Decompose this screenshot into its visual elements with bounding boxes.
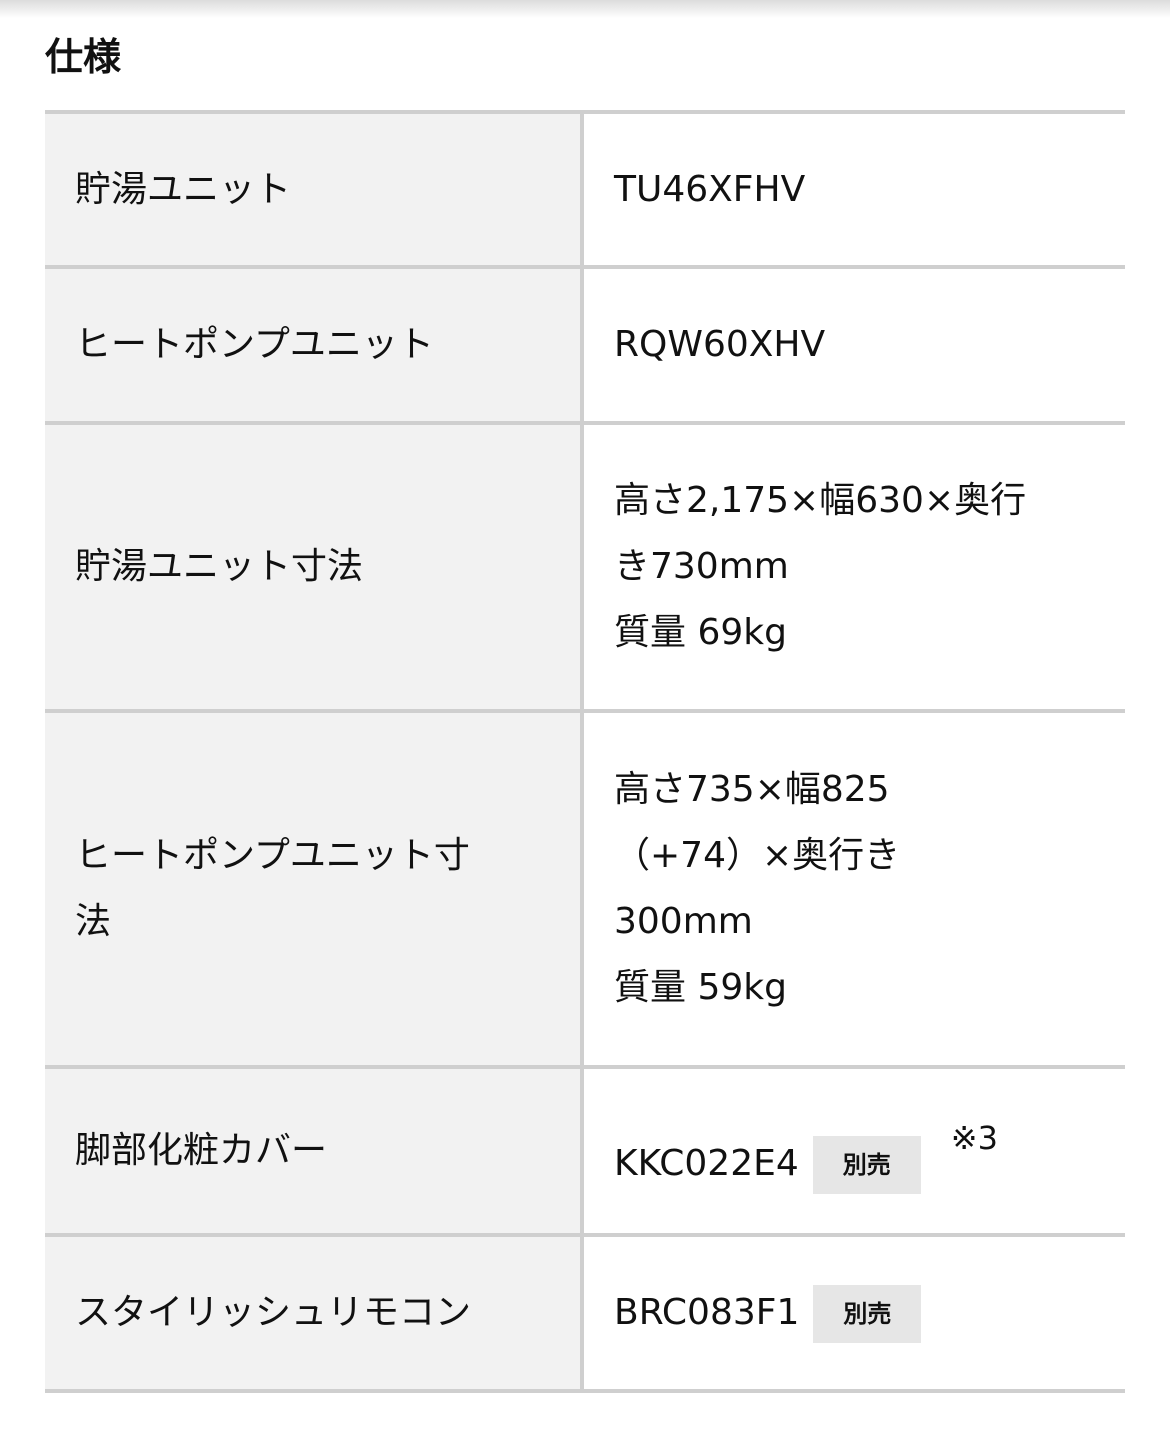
table-row: 脚部化粧カバー KKC022E4 別売 ※3 bbox=[45, 1067, 1125, 1235]
value-line: 質量 69kg bbox=[614, 612, 787, 653]
table-row: ヒートポンプユニット寸 法 高さ735×幅825 （+74）×奥行き 300mm… bbox=[45, 711, 1125, 1067]
row-value: TU46XFHV bbox=[582, 112, 1125, 267]
table-row: ヒートポンプユニット RQW60XHV bbox=[45, 267, 1125, 423]
section-title: 仕様 bbox=[45, 35, 122, 79]
value-line: き730mm bbox=[614, 546, 789, 587]
value-line: 質量 59kg bbox=[614, 967, 787, 1008]
row-label: 貯湯ユニット bbox=[45, 112, 584, 267]
footnote-mark[interactable]: ※3 bbox=[951, 1119, 998, 1157]
label-line: ヒートポンプユニット寸 bbox=[75, 835, 470, 876]
table-row: スタイリッシュリモコン BRC083F1 別売 bbox=[45, 1235, 1125, 1391]
sold-separately-badge: 別売 bbox=[812, 1136, 921, 1194]
row-label: 脚部化粧カバー bbox=[45, 1067, 584, 1235]
value-line: 300mm bbox=[614, 901, 753, 942]
row-label: スタイリッシュリモコン bbox=[45, 1235, 584, 1391]
row-value: 高さ735×幅825 （+74）×奥行き 300mm 質量 59kg bbox=[582, 711, 1125, 1067]
model-number: BRC083F1 bbox=[614, 1292, 800, 1333]
top-shadow bbox=[0, 0, 1170, 18]
table-row: 貯湯ユニット寸法 高さ2,175×幅630×奥行 き730mm 質量 69kg bbox=[45, 423, 1125, 711]
row-value: BRC083F1 別売 bbox=[582, 1235, 1125, 1391]
table-row: 貯湯ユニット TU46XFHV bbox=[45, 112, 1125, 267]
row-value: 高さ2,175×幅630×奥行 き730mm 質量 69kg bbox=[582, 423, 1125, 711]
value-line: （+74）×奥行き bbox=[614, 835, 901, 876]
row-value: RQW60XHV bbox=[582, 267, 1125, 423]
label-line: 法 bbox=[75, 901, 112, 942]
value-line: 高さ2,175×幅630×奥行 bbox=[614, 480, 1027, 521]
row-label: ヒートポンプユニット bbox=[45, 267, 584, 423]
value-line: 高さ735×幅825 bbox=[614, 769, 890, 810]
spec-table: 貯湯ユニット TU46XFHV ヒートポンプユニット RQW60XHV 貯湯ユニ… bbox=[45, 110, 1125, 1393]
model-number: KKC022E4 bbox=[614, 1143, 799, 1184]
row-value: KKC022E4 別売 ※3 bbox=[582, 1067, 1125, 1235]
row-label: 貯湯ユニット寸法 bbox=[45, 423, 584, 711]
sold-separately-badge: 別売 bbox=[813, 1285, 922, 1343]
row-label: ヒートポンプユニット寸 法 bbox=[45, 711, 584, 1067]
